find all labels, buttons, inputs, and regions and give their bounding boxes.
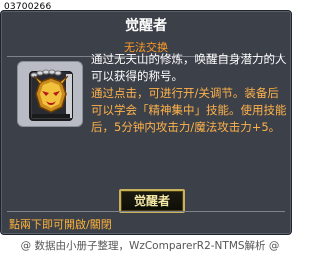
item-description: 通过无天山的修炼，唤醒自身潜力的人可以获得的称号。 通过点击，可进行开/关调节。…	[91, 51, 287, 136]
item-icon-frame	[17, 61, 83, 127]
description-line-intro: 通过无天山的修炼，唤醒自身潜力的人可以获得的称号。	[91, 52, 287, 83]
bottom-divider	[7, 211, 285, 212]
description-line-effect: 通过点击，可进行开/关调节。装备后可以学会「精神集中」技能。使用技能后，5分钟内…	[91, 86, 287, 134]
golden-demon-mask-book-icon	[29, 69, 73, 121]
item-tooltip-panel: 觉醒者 无法交换 通过无天山的修炼，唤醒自身潜力的人可以获得的称号。 通过点击，…	[0, 10, 292, 235]
toggle-hint: 點兩下即可開啟/關閉	[9, 218, 112, 231]
item-title: 觉醒者	[125, 18, 167, 34]
title-toggle-button[interactable]: 觉醒者	[119, 189, 185, 213]
source-credit: @ 数据由小册子整理，WzComparerR2-NTMS解析 @	[20, 240, 280, 252]
